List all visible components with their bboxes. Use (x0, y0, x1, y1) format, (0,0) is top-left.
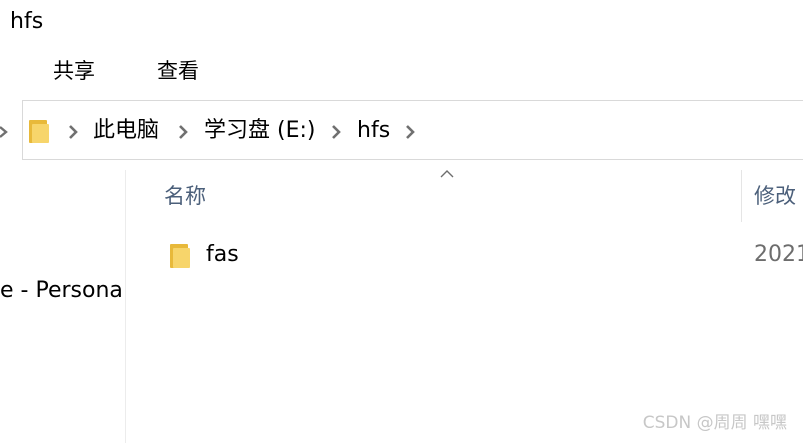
column-header-modified[interactable]: 修改 (754, 181, 796, 211)
nav-pane-divider (125, 170, 126, 443)
breadcrumb-hfs[interactable]: hfs (357, 115, 390, 147)
chevron-right-icon[interactable] (177, 123, 189, 141)
file-modified-date: 2021 (754, 242, 803, 267)
list-item[interactable]: fas 2021 (150, 233, 803, 279)
watermark: CSDN @周周 嘿嘿 (642, 413, 787, 433)
tab-share[interactable]: 共享 (53, 56, 95, 86)
file-explorer-window: hfs 共享 查看 此电脑 学习盘 (E:) hfs e - Persona 名… (0, 0, 803, 443)
chevron-right-icon[interactable] (0, 118, 12, 146)
column-separator[interactable] (741, 170, 742, 222)
folder-icon (170, 244, 190, 268)
column-header-name[interactable]: 名称 (164, 181, 206, 211)
chevron-right-icon[interactable] (67, 123, 79, 141)
file-name: fas (206, 242, 239, 267)
window-title: hfs (10, 9, 44, 34)
chevron-right-icon[interactable] (330, 123, 342, 141)
folder-icon (29, 120, 49, 143)
breadcrumb-this-pc[interactable]: 此电脑 (93, 115, 159, 147)
nav-pane-item[interactable]: e - Persona (0, 276, 123, 306)
tab-view[interactable]: 查看 (157, 56, 199, 86)
address-bar[interactable]: 此电脑 学习盘 (E:) hfs (22, 100, 803, 160)
chevron-right-icon[interactable] (404, 123, 416, 141)
sort-ascending-icon (440, 170, 454, 178)
breadcrumb-drive-e[interactable]: 学习盘 (E:) (204, 115, 315, 147)
